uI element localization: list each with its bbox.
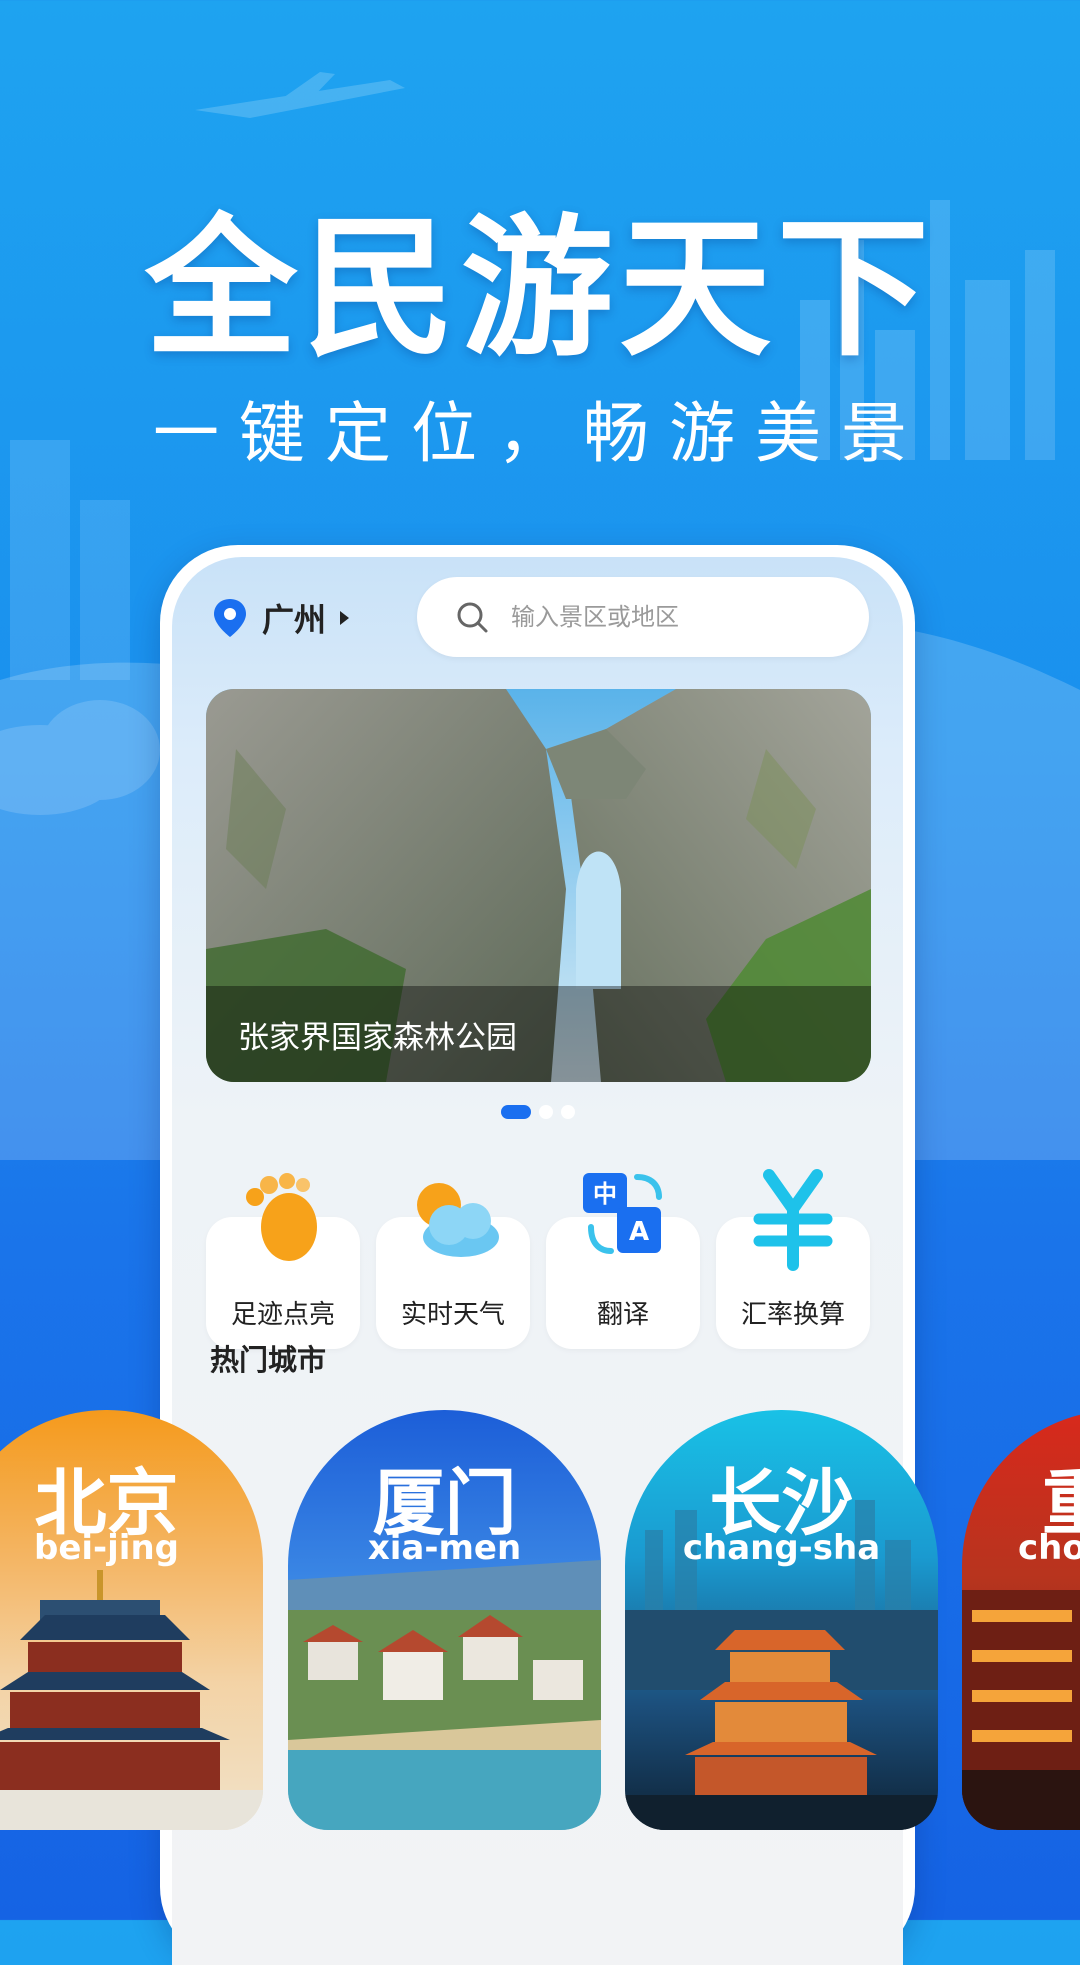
city-pinyin: bei-jing: [33, 1528, 179, 1568]
cloud-decoration: [0, 700, 160, 815]
feature-tile-footprint[interactable]: 足迹点亮: [206, 1173, 360, 1349]
hot-cities-title: 热门城市: [210, 1343, 327, 1377]
search-input[interactable]: [509, 602, 843, 632]
feature-label: 足迹点亮: [230, 1300, 335, 1330]
feature-label: 实时天气: [400, 1300, 505, 1330]
banner-carousel[interactable]: 张家界国家森林公园: [206, 689, 871, 1082]
location-city: 广州: [262, 601, 327, 639]
city-card-changsha[interactable]: 长沙 chang-sha: [625, 1410, 938, 1830]
svg-text:中: 中: [593, 1180, 617, 1208]
feature-label: 汇率换算: [740, 1300, 845, 1330]
location-pin-icon: [214, 599, 246, 637]
carousel-dot-active[interactable]: [500, 1105, 531, 1119]
translate-icon: 中 A: [583, 1173, 662, 1254]
location-selector[interactable]: 广州: [210, 595, 350, 641]
currency-yuan-icon: [753, 1169, 833, 1271]
search-bar[interactable]: [417, 577, 869, 657]
city-pinyin: xia-men: [367, 1528, 522, 1568]
caret-right-icon: [340, 611, 350, 625]
city-card-chongqing[interactable]: 重 cho: [962, 1410, 1080, 1830]
hero-subtitle: 一键定位，畅游美景: [153, 395, 927, 472]
city-pinyin: chang-sha: [682, 1528, 881, 1568]
footprint-icon: [246, 1173, 317, 1261]
feature-tile-translate[interactable]: 中 A 翻译: [546, 1173, 700, 1349]
feature-tile-currency[interactable]: 汇率换算: [716, 1169, 870, 1349]
airplane-decoration: [195, 72, 405, 118]
banner-caption: 张家界国家森林公园: [206, 986, 871, 1082]
city-pinyin: cho: [1018, 1528, 1080, 1568]
carousel-dot[interactable]: [560, 1105, 575, 1119]
carousel-dot[interactable]: [538, 1105, 553, 1119]
hero-title: 全民游天下: [145, 200, 935, 377]
weather-icon: [417, 1183, 499, 1257]
feature-tile-weather[interactable]: 实时天气: [376, 1183, 530, 1349]
hot-cities-carousel[interactable]: 北京 bei-jing 厦门 xia-men 长沙 chang-sha 重 ch…: [0, 1410, 1080, 1830]
svg-text:A: A: [629, 1217, 649, 1247]
city-card-xiamen[interactable]: 厦门 xia-men: [288, 1410, 601, 1830]
city-card-beijing[interactable]: 北京 bei-jing: [0, 1410, 263, 1830]
carousel-indicator: [172, 1105, 903, 1119]
search-icon: [457, 602, 488, 633]
feature-label: 翻译: [596, 1300, 649, 1330]
